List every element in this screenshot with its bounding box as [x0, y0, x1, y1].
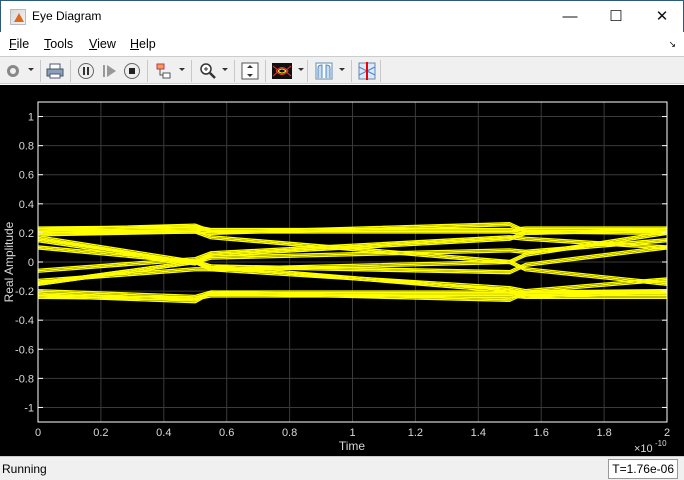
y-tick-label: -1 [24, 402, 34, 414]
separator [265, 60, 266, 82]
x-tick-label: 1.4 [471, 427, 486, 439]
menu-tools-label: Tools [44, 37, 74, 51]
y-tick-label: 0.2 [19, 228, 34, 240]
toolbar [0, 56, 684, 84]
separator [191, 60, 192, 82]
x-tick-label: 1.6 [534, 427, 549, 439]
y-tick-label: -0.6 [15, 344, 34, 356]
cursor-measurements-icon[interactable] [357, 61, 377, 81]
y-tick-label: 1 [28, 112, 34, 124]
zoom-in-icon[interactable] [198, 61, 218, 81]
x-tick-label: 0.6 [219, 427, 234, 439]
separator [40, 60, 41, 82]
highlight-dropdown-icon[interactable] [179, 68, 185, 71]
menu-view-label: View [89, 37, 116, 51]
y-tick-label: 0.6 [19, 170, 34, 182]
zoom-dropdown-icon[interactable] [222, 68, 228, 71]
status-bar: Running T=1.76e-06 [0, 456, 684, 480]
y-tick-label: 0.8 [19, 141, 34, 153]
separator [380, 60, 381, 82]
settings-gear-icon[interactable] [3, 61, 23, 81]
scope-display: 0 0.2 0.4 0.6 0.8 1 1.2 1.4 1.6 1.8 2 1 0.8 0.6 0.4 0.2… [0, 85, 684, 456]
menu-tools[interactable]: Tools [44, 37, 73, 51]
x-tick-label: 0.2 [93, 427, 108, 439]
separator [234, 60, 235, 82]
x-tick-label: 0 [35, 427, 41, 439]
y-tick-label: 0.4 [19, 199, 34, 211]
menu-bar: File Tools View Help ↘ [0, 32, 684, 56]
x-tick-label: 1.2 [408, 427, 423, 439]
maximize-button[interactable]: ☐ [593, 1, 639, 32]
matlab-icon [10, 9, 26, 25]
separator [70, 60, 71, 82]
x-axis-label: Time [339, 439, 366, 453]
eye-diagram-chart[interactable]: 0 0.2 0.4 0.6 0.8 1 1.2 1.4 1.6 1.8 2 1 0.8 0.6 0.4 0.2… [0, 85, 684, 456]
close-button[interactable]: ✕ [639, 1, 684, 32]
y-tick-label: -0.8 [15, 373, 34, 385]
x-exponent-base: ×10 [634, 443, 653, 455]
dock-arrow-icon[interactable]: ↘ [668, 39, 676, 50]
highlight-block-icon[interactable] [154, 61, 174, 81]
measurements-dropdown-icon[interactable] [339, 68, 345, 71]
y-tick-label: -0.4 [15, 315, 34, 327]
stop-icon[interactable] [122, 61, 142, 81]
x-tick-label: 1.8 [596, 427, 611, 439]
separator [351, 60, 352, 82]
y-axis-label: Real Amplitude [2, 221, 16, 302]
scale-y-axis-icon[interactable] [240, 61, 260, 81]
menu-file-label: File [9, 37, 30, 51]
x-exponent-power: -10 [655, 439, 667, 448]
x-tick-label: 0.4 [156, 427, 171, 439]
menu-view[interactable]: View [89, 37, 116, 51]
step-forward-icon[interactable] [100, 61, 120, 81]
x-tick-label: 0.8 [282, 427, 297, 439]
minimize-button[interactable]: — [547, 1, 593, 32]
separator [307, 60, 308, 82]
print-icon[interactable] [45, 61, 65, 81]
status-text: Running [2, 462, 47, 476]
x-tick-label: 2 [664, 427, 670, 439]
simulation-time: T=1.76e-06 [608, 459, 678, 479]
y-tick-label: 0 [28, 257, 34, 269]
menu-help[interactable]: Help [130, 37, 156, 51]
settings-dropdown-icon[interactable] [28, 68, 34, 71]
menu-help-label: Help [130, 37, 156, 51]
eye-dropdown-icon[interactable] [298, 68, 304, 71]
x-tick-label: 1 [349, 427, 355, 439]
pause-icon[interactable] [76, 61, 96, 81]
title-bar: Eye Diagram — ☐ ✕ [0, 0, 684, 32]
measurements-icon[interactable] [314, 61, 334, 81]
eye-diagram-icon[interactable] [272, 61, 292, 81]
menu-file[interactable]: File [9, 37, 29, 51]
y-tick-label: -0.2 [15, 286, 34, 298]
separator [147, 60, 148, 82]
window-title: Eye Diagram [32, 9, 102, 23]
